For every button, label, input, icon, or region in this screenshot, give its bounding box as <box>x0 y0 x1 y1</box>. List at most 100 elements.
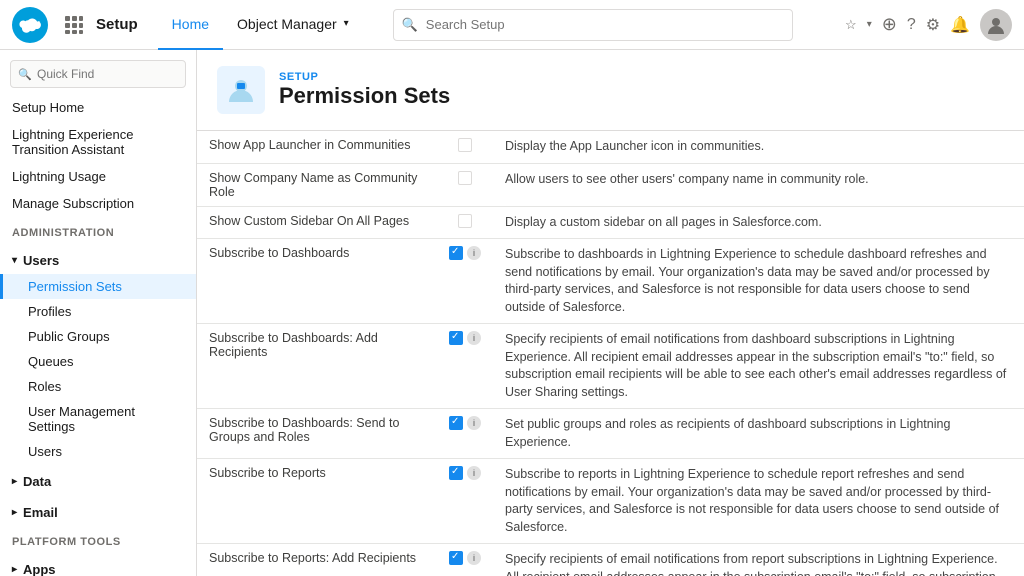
sidebar-item-user-management-settings[interactable]: User Management Settings <box>0 399 196 439</box>
sidebar-item-permission-sets[interactable]: Permission Sets <box>0 274 196 299</box>
app-launcher-icon[interactable] <box>60 11 88 39</box>
sidebar-item-roles[interactable]: Roles <box>0 374 196 399</box>
checkbox[interactable] <box>449 246 463 260</box>
top-nav: Setup Home Object Manager ▾ 🔍 ☆ ▾ ⊕ ? ⚙ … <box>0 0 1024 50</box>
page-title: Permission Sets <box>279 83 450 109</box>
row-description: Subscribe to dashboards in Lightning Exp… <box>493 239 1024 324</box>
info-icon[interactable]: i <box>467 246 481 260</box>
row-description: Specify recipients of email notification… <box>493 544 1024 576</box>
sidebar-item-lightning-usage[interactable]: Lightning Usage <box>0 163 196 190</box>
checkbox[interactable] <box>458 171 472 185</box>
chevron-down-icon: ▾ <box>12 255 17 266</box>
sidebar-item-profiles[interactable]: Profiles <box>0 299 196 324</box>
add-icon[interactable]: ⊕ <box>882 14 897 35</box>
sidebar: 🔍 Setup Home Lightning Experience Transi… <box>0 50 197 576</box>
row-description: Set public groups and roles as recipient… <box>493 409 1024 459</box>
checkbox[interactable] <box>449 466 463 480</box>
main-layout: 🔍 Setup Home Lightning Experience Transi… <box>0 50 1024 576</box>
checkbox[interactable] <box>458 138 472 152</box>
avatar[interactable] <box>980 9 1012 41</box>
table-row: Subscribe to Reports i Subscribe to report… <box>197 459 1024 544</box>
row-checkbox-cell: i <box>437 409 493 459</box>
row-description: Subscribe to reports in Lightning Experi… <box>493 459 1024 544</box>
group-data-label[interactable]: ▸ Data <box>0 468 196 495</box>
row-checkbox-cell <box>437 131 493 163</box>
main-content: SETUP Permission Sets Show App Launcher … <box>197 50 1024 576</box>
row-name: Subscribe to Reports <box>197 459 437 544</box>
row-name: Subscribe to Dashboards: Add Recipients <box>197 324 437 409</box>
checkbox[interactable] <box>449 551 463 565</box>
salesforce-logo[interactable] <box>12 7 48 43</box>
table-row: Show Company Name as Community Role Allow… <box>197 163 1024 206</box>
quick-find-input[interactable] <box>10 60 186 88</box>
search-icon: 🔍 <box>402 17 418 33</box>
row-checkbox-cell: i <box>437 459 493 544</box>
app-name: Setup <box>96 16 138 33</box>
nav-tabs: Home Object Manager ▾ <box>158 0 363 49</box>
table-wrap: Show App Launcher in Communities Display … <box>197 131 1024 576</box>
row-description: Specify recipients of email notification… <box>493 324 1024 409</box>
group-email-label[interactable]: ▸ Email <box>0 499 196 526</box>
search-input[interactable] <box>393 9 793 41</box>
table-row: Show App Launcher in Communities Display … <box>197 131 1024 163</box>
favorites-icon[interactable]: ☆ <box>845 17 857 33</box>
tab-object-manager[interactable]: Object Manager ▾ <box>223 0 363 50</box>
row-checkbox-cell <box>437 163 493 206</box>
page-header-text: SETUP Permission Sets <box>279 71 450 109</box>
row-checkbox-cell: i <box>437 324 493 409</box>
group-users: ▾ Users Permission Sets Profiles Public … <box>0 247 196 464</box>
row-description: Display a custom sidebar on all pages in… <box>493 206 1024 239</box>
row-name: Subscribe to Dashboards: Send to Groups … <box>197 409 437 459</box>
info-icon[interactable]: i <box>467 331 481 345</box>
row-checkbox-cell <box>437 206 493 239</box>
sidebar-item-public-groups[interactable]: Public Groups <box>0 324 196 349</box>
notifications-icon[interactable]: 🔔 <box>950 15 970 35</box>
row-name: Show App Launcher in Communities <box>197 131 437 163</box>
group-apps: ▸ Apps <box>0 556 196 576</box>
info-icon[interactable]: i <box>467 466 481 480</box>
row-name: Show Custom Sidebar On All Pages <box>197 206 437 239</box>
sidebar-item-setup-home[interactable]: Setup Home <box>0 94 196 121</box>
row-name: Subscribe to Reports: Add Recipients <box>197 544 437 576</box>
row-checkbox-cell: i <box>437 239 493 324</box>
page-icon-wrap <box>217 66 265 114</box>
row-checkbox-cell: i <box>437 544 493 576</box>
sidebar-item-users[interactable]: Users <box>0 439 196 464</box>
chevron-right-icon: ▸ <box>12 507 17 518</box>
permission-table: Show App Launcher in Communities Display … <box>197 131 1024 576</box>
sidebar-item-lightning-transition[interactable]: Lightning Experience Transition Assistan… <box>0 121 196 163</box>
table-row: Subscribe to Dashboards i Subscribe to das… <box>197 239 1024 324</box>
table-row: Subscribe to Dashboards: Add Recipients i… <box>197 324 1024 409</box>
chevron-right-icon: ▸ <box>12 564 17 575</box>
checkbox[interactable] <box>449 416 463 430</box>
sidebar-item-queues[interactable]: Queues <box>0 349 196 374</box>
row-name: Subscribe to Dashboards <box>197 239 437 324</box>
section-platform-tools: PLATFORM TOOLS <box>0 526 196 552</box>
checkbox[interactable] <box>449 331 463 345</box>
quick-find-container: 🔍 <box>0 50 196 94</box>
info-icon[interactable]: i <box>467 551 481 565</box>
table-row: Subscribe to Dashboards: Send to Groups … <box>197 409 1024 459</box>
page-header: SETUP Permission Sets <box>197 50 1024 131</box>
chevron-right-icon: ▸ <box>12 476 17 487</box>
group-users-label[interactable]: ▾ Users <box>0 247 196 274</box>
help-icon[interactable]: ? <box>907 16 916 34</box>
checkbox[interactable] <box>458 214 472 228</box>
tab-home[interactable]: Home <box>158 0 223 50</box>
favorites-dropdown-icon[interactable]: ▾ <box>867 19 872 30</box>
info-icon[interactable]: i <box>467 416 481 430</box>
quick-find-search-icon: 🔍 <box>18 68 32 81</box>
section-administration: ADMINISTRATION <box>0 217 196 243</box>
group-email: ▸ Email <box>0 499 196 526</box>
group-apps-label[interactable]: ▸ Apps <box>0 556 196 576</box>
row-description: Display the App Launcher icon in communi… <box>493 131 1024 163</box>
row-name: Show Company Name as Community Role <box>197 163 437 206</box>
chevron-down-icon: ▾ <box>344 18 349 29</box>
search-bar: 🔍 <box>393 9 793 41</box>
setup-label: SETUP <box>279 71 450 83</box>
settings-icon[interactable]: ⚙ <box>926 15 940 35</box>
table-row: Show Custom Sidebar On All Pages Display … <box>197 206 1024 239</box>
sidebar-item-manage-subscription[interactable]: Manage Subscription <box>0 190 196 217</box>
row-description: Allow users to see other users' company … <box>493 163 1024 206</box>
group-data: ▸ Data <box>0 468 196 495</box>
